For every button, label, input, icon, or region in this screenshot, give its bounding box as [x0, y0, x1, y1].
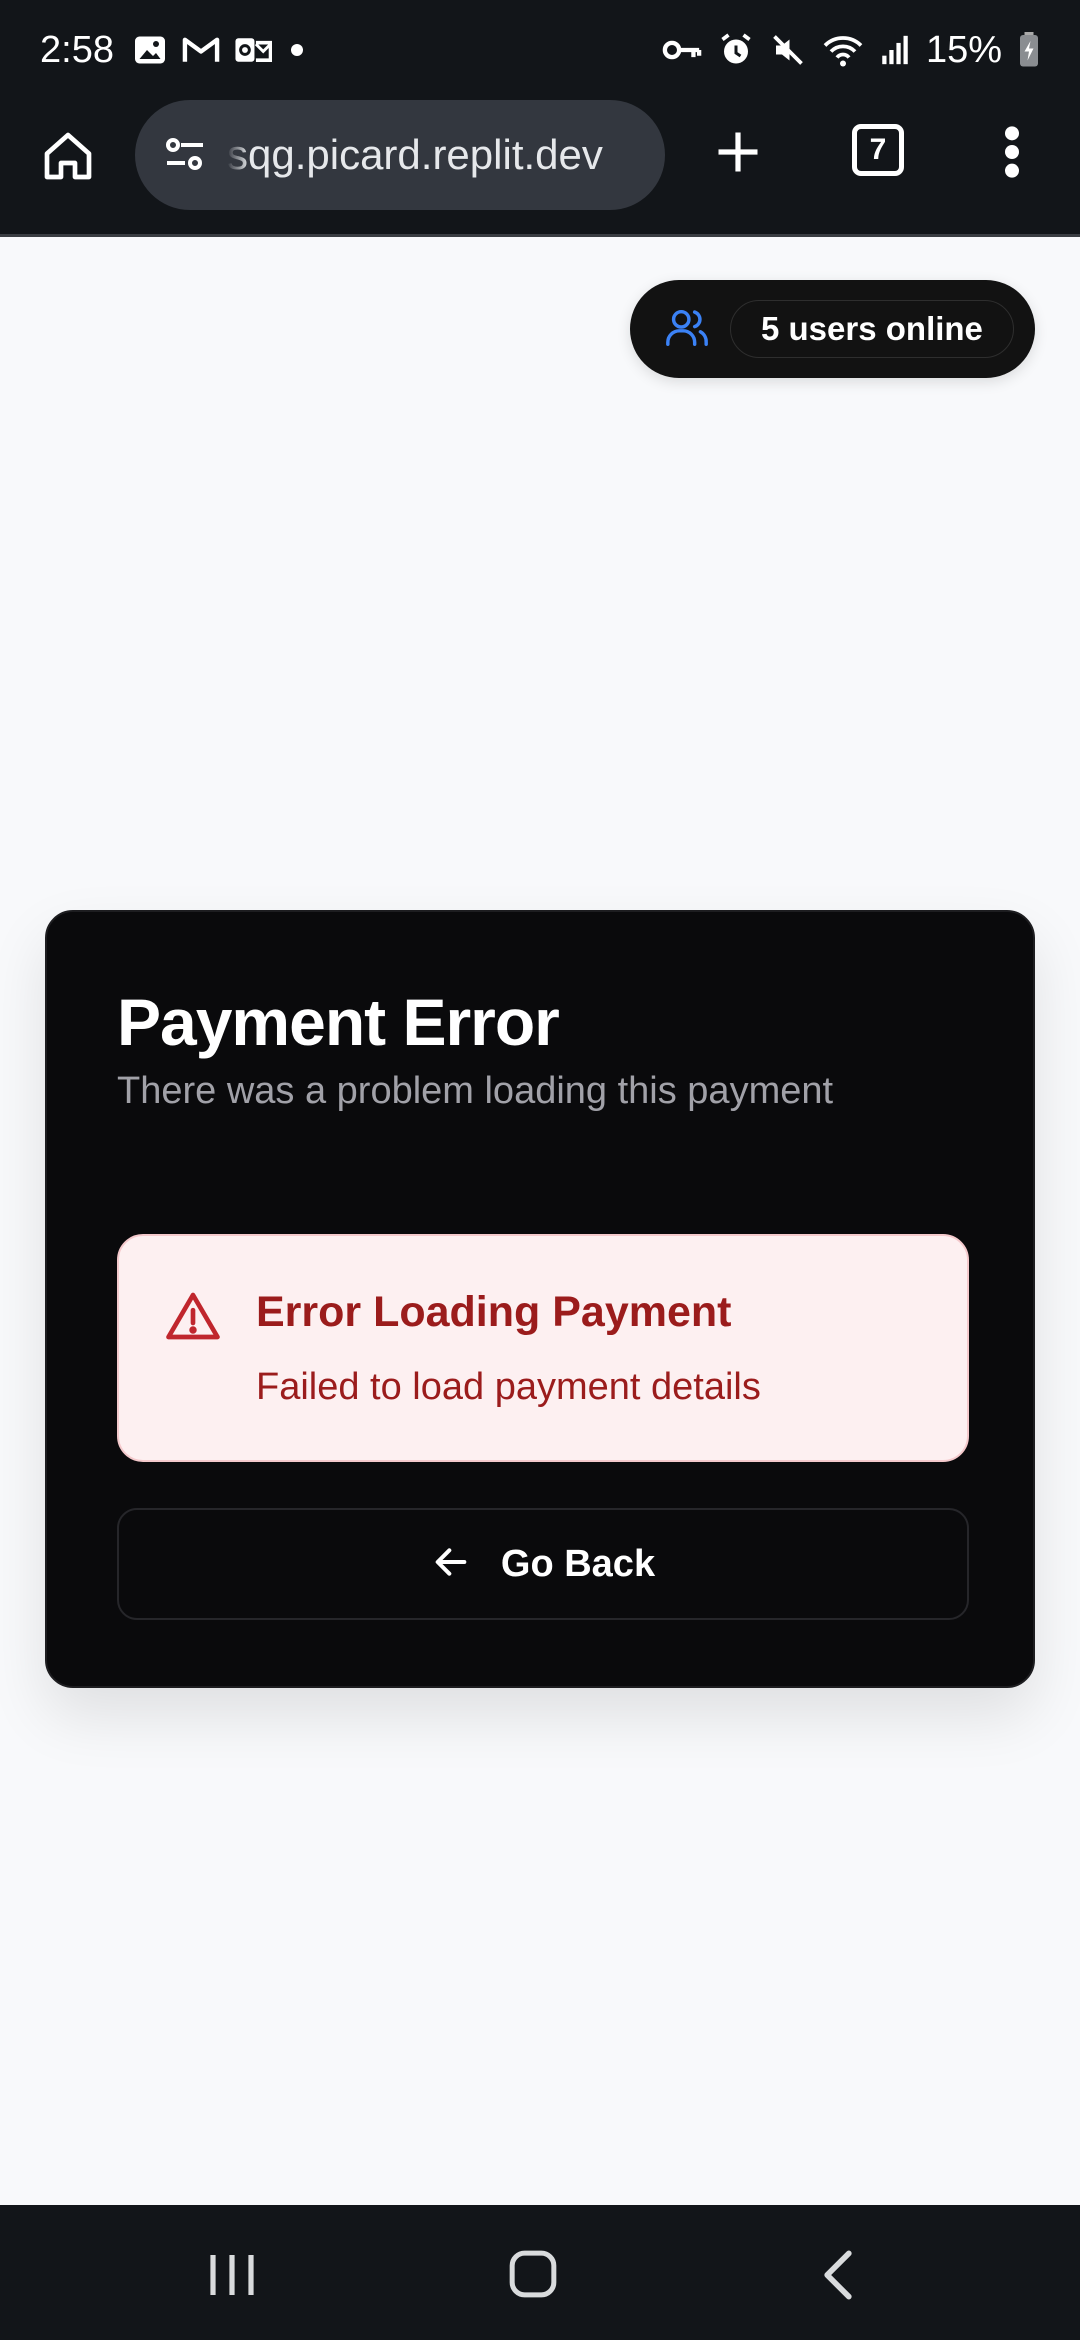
- error-alert: Error Loading Payment Failed to load pay…: [117, 1234, 969, 1462]
- tab-switcher-button[interactable]: 7: [852, 124, 904, 176]
- go-back-button[interactable]: Go Back: [117, 1508, 969, 1620]
- users-icon: [664, 304, 710, 355]
- plus-icon: [712, 126, 764, 183]
- dot-icon: [286, 39, 308, 61]
- status-time: 2:58: [40, 28, 114, 71]
- online-users-indicator[interactable]: 5 users online: [630, 280, 1035, 378]
- browser-menu-button[interactable]: [1000, 122, 1024, 186]
- site-settings-icon[interactable]: [157, 127, 213, 183]
- outlook-icon: [234, 33, 272, 67]
- back-icon[interactable]: [818, 2249, 858, 2306]
- home-icon: [40, 128, 96, 189]
- wifi-icon: [822, 32, 864, 68]
- battery-percent: 15%: [925, 28, 1002, 71]
- browser-toolbar: sqg.picard.replit.dev 7: [0, 100, 1080, 236]
- mute-icon: [770, 32, 806, 68]
- alert-title: Error Loading Payment: [256, 1288, 732, 1336]
- nav-home-icon[interactable]: [508, 2249, 558, 2304]
- alarm-icon: [718, 32, 754, 68]
- signal-icon: [880, 33, 910, 67]
- address-bar[interactable]: sqg.picard.replit.dev: [135, 100, 665, 210]
- go-back-label: Go Back: [500, 1542, 656, 1585]
- gmail-icon: [182, 34, 220, 66]
- system-nav-bar: [0, 2205, 1080, 2340]
- warning-triangle-icon: [165, 1290, 221, 1347]
- page-title: Payment Error: [117, 985, 560, 1059]
- page-subtitle: There was a problem loading this payment: [117, 1070, 834, 1112]
- toolbar-divider: [0, 234, 1080, 237]
- more-vert-icon: [1002, 124, 1022, 185]
- battery-charging-icon: [1018, 32, 1040, 68]
- gallery-icon: [132, 32, 168, 68]
- alert-description: Failed to load payment details: [256, 1366, 761, 1408]
- online-users-count: 5 users online: [730, 300, 1014, 358]
- notification-icons: [132, 32, 308, 68]
- browser-home-button[interactable]: [36, 126, 100, 190]
- new-tab-button[interactable]: [706, 122, 770, 186]
- recents-icon[interactable]: [205, 2251, 259, 2304]
- vpn-key-icon: [662, 35, 702, 65]
- payment-error-card: Payment Error There was a problem loadin…: [45, 910, 1035, 1688]
- status-bar: 2:58 15%: [0, 0, 1080, 100]
- arrow-left-icon: [431, 1542, 471, 1587]
- url-text: sqg.picard.replit.dev: [227, 131, 603, 178]
- tab-count: 7: [869, 133, 887, 166]
